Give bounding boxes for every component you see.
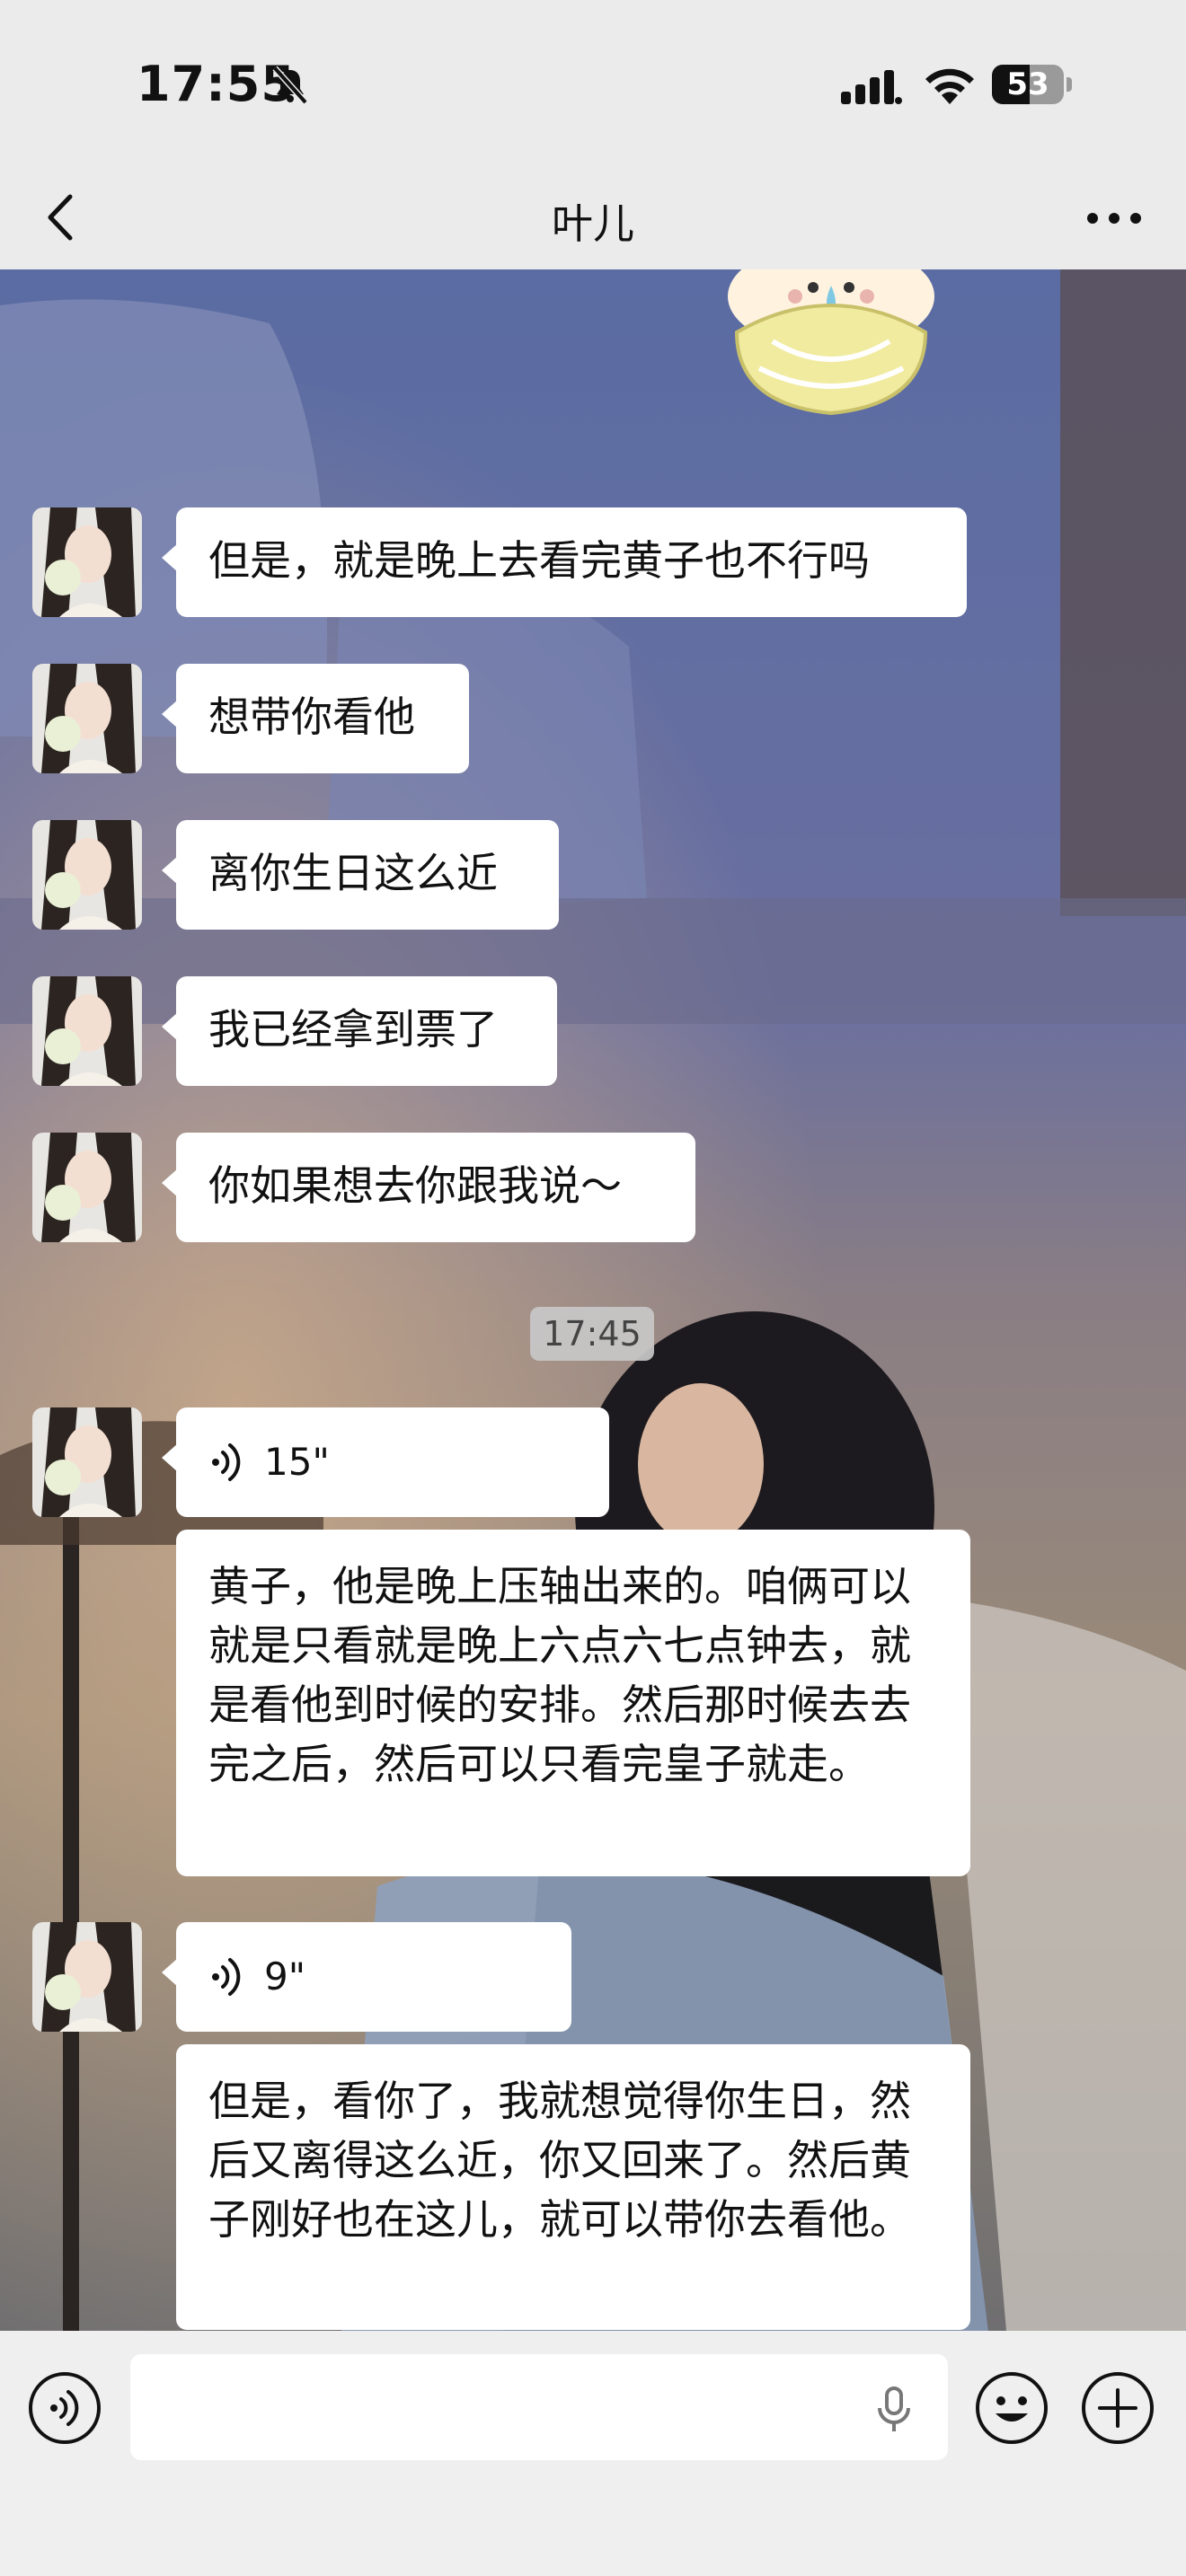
cellular-signal-icon <box>841 70 902 104</box>
message-text: 你如果想去你跟我说～ <box>208 1161 622 1210</box>
transcript-text: 黄子，他是晚上压轴出来的。咱俩可以就是只看就是晚上六点六七点钟去，就是看他到时候… <box>208 1562 911 1788</box>
battery-icon: 53 <box>992 65 1073 106</box>
voice-message[interactable]: 9" <box>162 1922 571 2032</box>
voice-transcript: 但是，看你了，我就想觉得你生日，然后又离得这么近，你又回来了。然后黄子刚好也在这… <box>176 2044 970 2330</box>
message-text: 离你生日这么近 <box>208 849 498 897</box>
message-text: 我已经拿到票了 <box>208 1005 498 1054</box>
avatar[interactable] <box>32 1133 142 1242</box>
emoji-icon[interactable] <box>974 2370 1049 2446</box>
voice-wave-icon <box>212 1958 241 1996</box>
voice-wave-icon <box>212 1443 241 1481</box>
voice-duration: 9" <box>264 1954 306 1998</box>
chat-background: 但是，就是晚上去看完黄子也不行吗 想带你看他 离你生日这么近 我已经拿到票了 你… <box>0 269 1186 2331</box>
avatar[interactable] <box>32 664 142 773</box>
message-bubble[interactable]: 想带你看他 <box>162 664 469 773</box>
silent-bell-icon <box>272 66 308 105</box>
chat-title: 叶儿 <box>552 199 634 248</box>
input-bar <box>0 2331 1186 2576</box>
voice-duration: 15" <box>264 1440 330 1484</box>
avatar[interactable] <box>32 820 142 930</box>
battery-percent: 53 <box>1006 66 1049 102</box>
status-bar: 17:55 53 <box>0 0 1186 166</box>
message-text: 但是，就是晚上去看完黄子也不行吗 <box>208 536 870 585</box>
voice-message[interactable]: 15" <box>162 1407 609 1517</box>
avatar[interactable] <box>32 507 142 617</box>
message-text: 想带你看他 <box>208 693 415 741</box>
chat-header: 叶儿 <box>0 166 1186 269</box>
voice-input-icon[interactable] <box>27 2370 102 2446</box>
wifi-icon <box>925 68 974 104</box>
cartoon-sticker <box>728 269 934 416</box>
avatar[interactable] <box>32 1922 142 2032</box>
message-bubble[interactable]: 但是，就是晚上去看完黄子也不行吗 <box>162 507 967 617</box>
avatar[interactable] <box>32 976 142 1086</box>
avatar[interactable] <box>32 1407 142 1517</box>
microphone-icon[interactable] <box>867 2381 921 2435</box>
voice-transcript: 黄子，他是晚上压轴出来的。咱俩可以就是只看就是晚上六点六七点钟去，就是看他到时候… <box>176 1530 970 1876</box>
more-options-icon[interactable] <box>1078 191 1150 245</box>
message-bubble[interactable]: 你如果想去你跟我说～ <box>162 1133 695 1242</box>
time-divider: 17:45 <box>530 1307 654 1361</box>
plus-icon[interactable] <box>1080 2370 1155 2446</box>
transcript-text: 但是，看你了，我就想觉得你生日，然后又离得这么近，你又回来了。然后黄子刚好也在这… <box>208 2077 911 2244</box>
message-bubble[interactable]: 我已经拿到票了 <box>162 976 557 1086</box>
message-bubble[interactable]: 离你生日这么近 <box>162 820 559 930</box>
message-input[interactable] <box>130 2354 948 2460</box>
